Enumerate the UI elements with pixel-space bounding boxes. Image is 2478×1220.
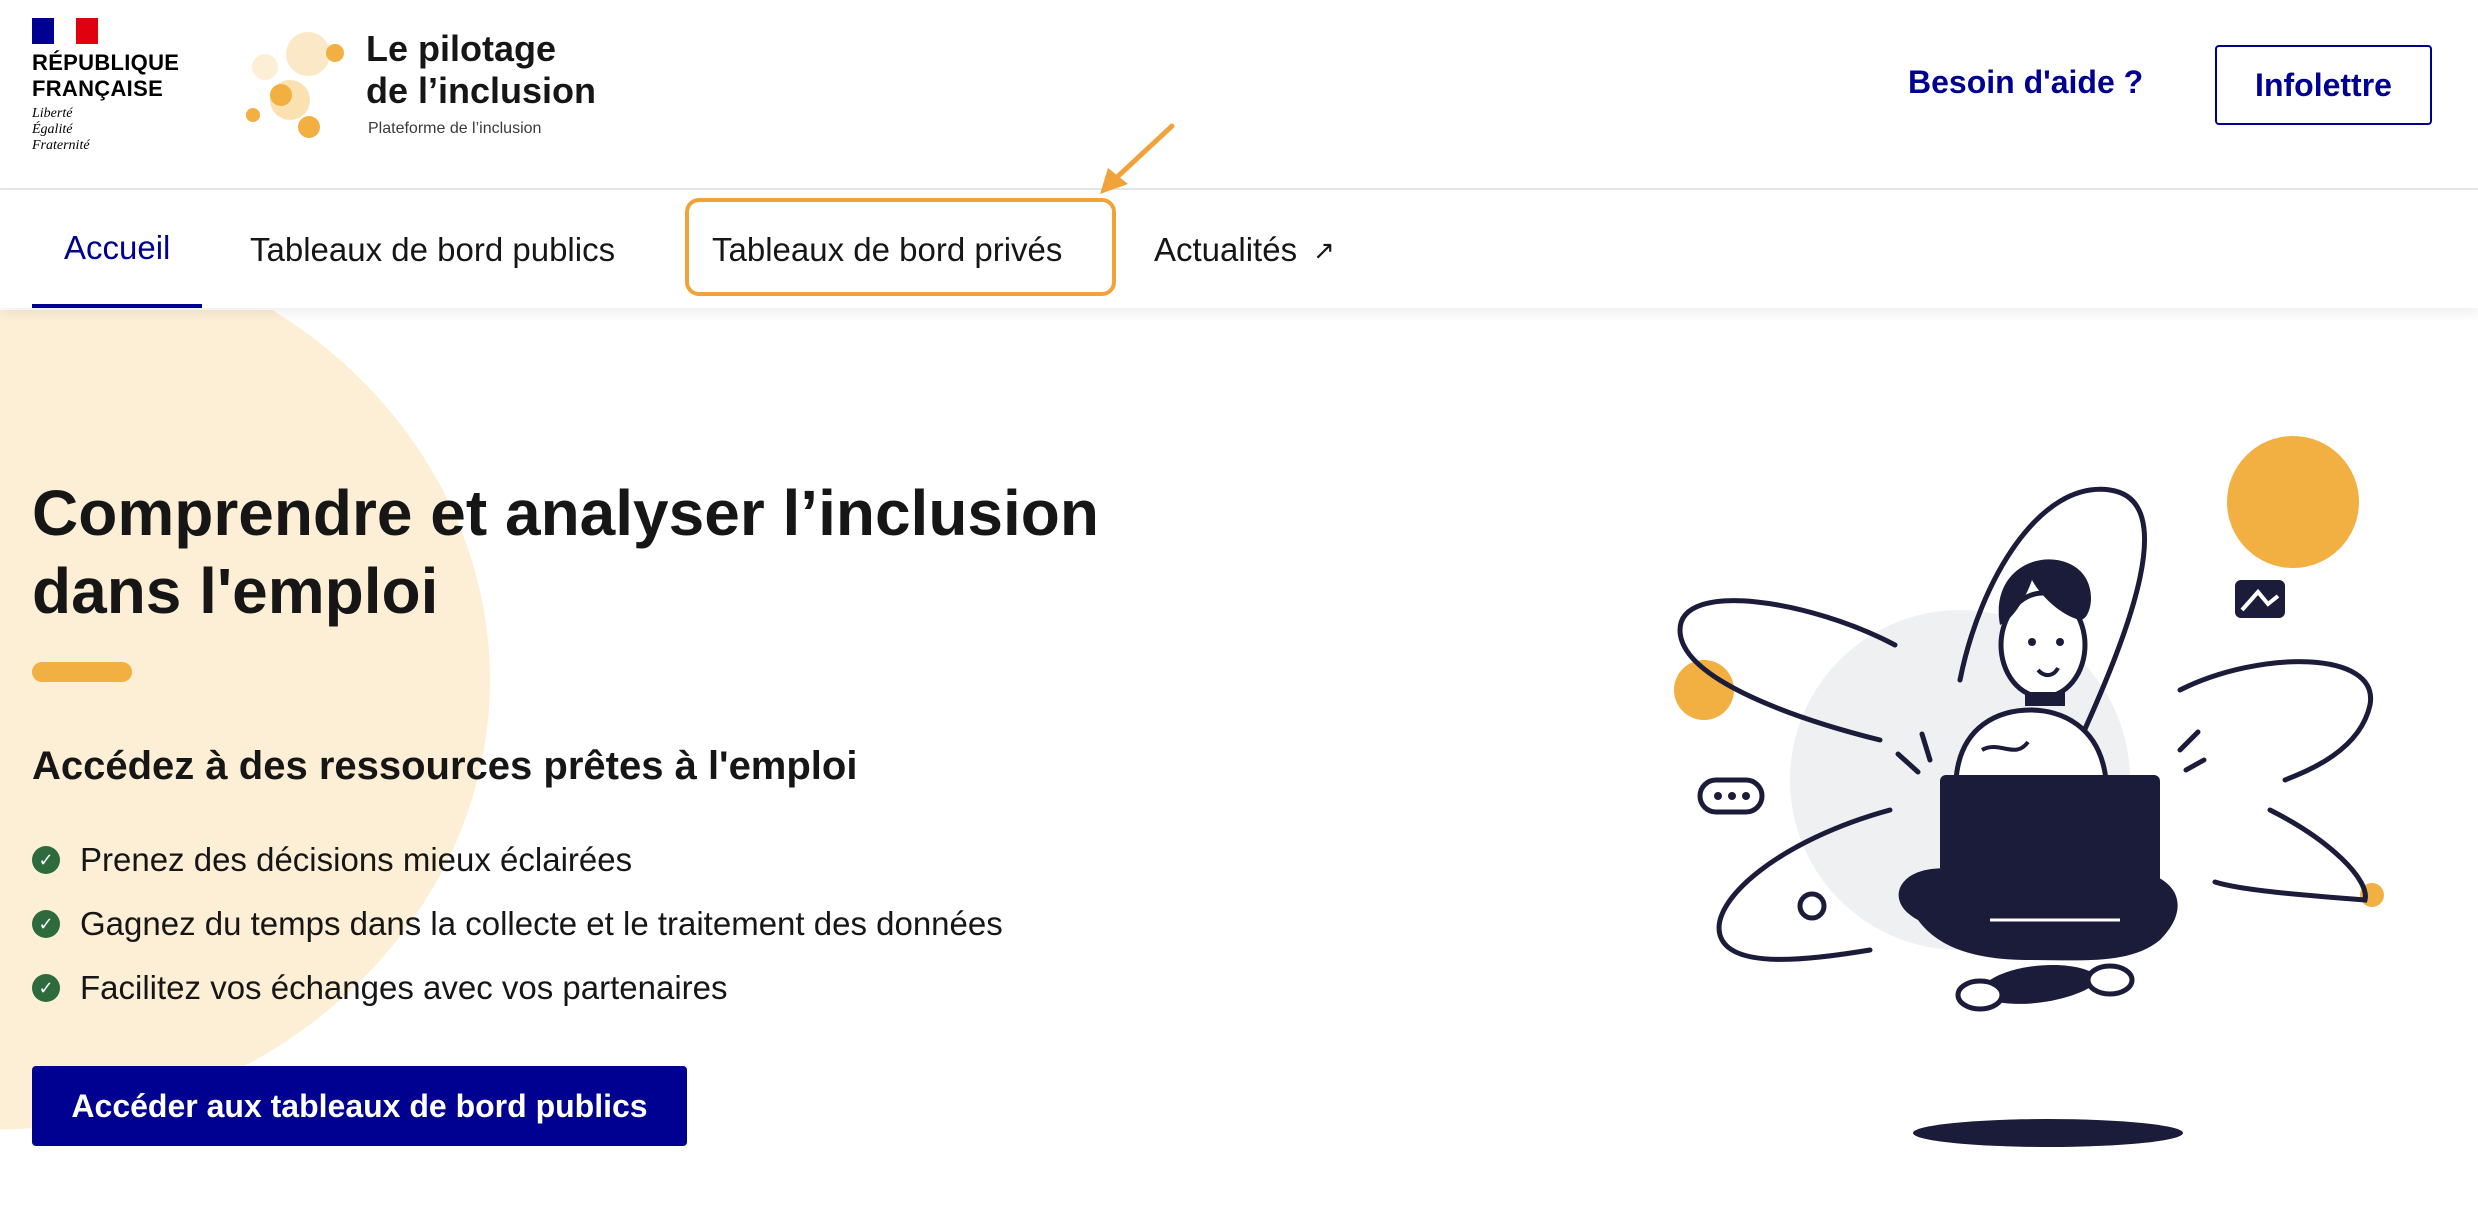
list-item: ✓ Prenez des décisions mieux éclairées: [32, 828, 1003, 892]
benefit-text: Gagnez du temps dans la collecte et le t…: [80, 905, 1003, 942]
republique-motto: Liberté Égalité Fraternité: [32, 106, 90, 153]
hero-title-line1: Comprendre et analyser l’inclusion: [32, 477, 1099, 549]
nav-highlight-box: [685, 198, 1116, 296]
check-circle-icon: ✓: [32, 846, 60, 874]
annotation-arrow-icon: [1100, 123, 1175, 194]
benefits-list: ✓ Prenez des décisions mieux éclairées ✓…: [32, 828, 1003, 1020]
republique-francaise-logo[interactable]: RÉPUBLIQUE FRANÇAISE Liberté Égalité Fra…: [32, 18, 179, 154]
nav-item-tableaux-publics[interactable]: Tableaux de bord publics: [250, 192, 615, 308]
nav-item-accueil[interactable]: Accueil: [32, 192, 203, 308]
nav-item-label: Accueil: [64, 229, 171, 266]
check-circle-icon: ✓: [32, 910, 60, 938]
list-item: ✓ Facilitez vos échanges avec vos parten…: [32, 956, 1003, 1020]
newsletter-button[interactable]: Infolettre: [2215, 45, 2432, 125]
republique-francaise-title: RÉPUBLIQUE FRANÇAISE: [32, 50, 180, 101]
hero-subtitle: Accédez à des ressources prêtes à l'empl…: [32, 744, 858, 788]
brand-title-line2: de l’inclusion: [366, 70, 597, 111]
check-circle-icon: ✓: [32, 974, 60, 1002]
brand-title[interactable]: Le pilotage de l’inclusion: [366, 28, 596, 112]
title-accent-bar: [32, 662, 132, 682]
brand-tagline: Plateforme de l’inclusion: [368, 120, 542, 137]
brand-dots-icon: [240, 24, 350, 144]
list-item: ✓ Gagnez du temps dans la collecte et le…: [32, 892, 1003, 956]
hero-title-line2: dans l'emploi: [32, 555, 439, 627]
help-link[interactable]: Besoin d'aide ?: [1908, 64, 2143, 101]
hero-title: Comprendre et analyser l’inclusion dans …: [32, 474, 1232, 630]
benefit-text: Prenez des décisions mieux éclairées: [80, 841, 633, 878]
site-header: RÉPUBLIQUE FRANÇAISE Liberté Égalité Fra…: [0, 0, 2478, 190]
external-link-icon: ↗: [1313, 234, 1335, 265]
person-laptop-illustration: [1674, 436, 2384, 1147]
brand-title-line1: Le pilotage: [366, 28, 557, 69]
main-navigation: Accueil Tableaux de bord publics Tableau…: [0, 192, 2478, 308]
nav-item-label: Actualités: [1154, 231, 1298, 268]
access-public-dashboards-button[interactable]: Accéder aux tableaux de bord publics: [32, 1066, 687, 1146]
nav-item-actualites[interactable]: Actualités ↗: [1154, 192, 1335, 308]
nav-item-label: Tableaux de bord publics: [250, 231, 616, 268]
french-flag-icon: [32, 18, 98, 44]
benefit-text: Facilitez vos échanges avec vos partenai…: [80, 969, 728, 1006]
